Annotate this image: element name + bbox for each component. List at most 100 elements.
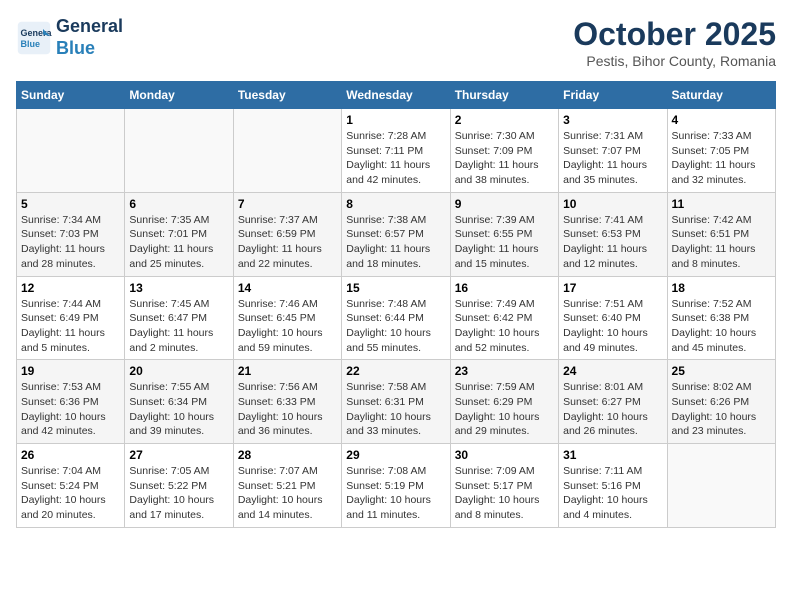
- calendar-day-cell: 11 Sunrise: 7:42 AM Sunset: 6:51 PM Dayli…: [667, 192, 775, 276]
- day-number: 9: [455, 197, 554, 211]
- calendar-day-cell: 10 Sunrise: 7:41 AM Sunset: 6:53 PM Dayli…: [559, 192, 667, 276]
- calendar-day-cell: 26 Sunrise: 7:04 AM Sunset: 5:24 PM Dayli…: [17, 444, 125, 528]
- calendar-day-cell: 7 Sunrise: 7:37 AM Sunset: 6:59 PM Daylig…: [233, 192, 341, 276]
- weekday-header-row: SundayMondayTuesdayWednesdayThursdayFrid…: [17, 82, 776, 109]
- calendar-day-cell: 24 Sunrise: 8:01 AM Sunset: 6:27 PM Dayli…: [559, 360, 667, 444]
- calendar-day-cell: [667, 444, 775, 528]
- day-info: Sunrise: 7:09 AM Sunset: 5:17 PM Dayligh…: [455, 464, 554, 523]
- day-info: Sunrise: 7:44 AM Sunset: 6:49 PM Dayligh…: [21, 297, 120, 356]
- logo: General Blue General Blue: [16, 16, 123, 59]
- day-info: Sunrise: 7:52 AM Sunset: 6:38 PM Dayligh…: [672, 297, 771, 356]
- calendar-day-cell: 31 Sunrise: 7:11 AM Sunset: 5:16 PM Dayli…: [559, 444, 667, 528]
- day-number: 29: [346, 448, 445, 462]
- day-number: 17: [563, 281, 662, 295]
- day-number: 10: [563, 197, 662, 211]
- day-info: Sunrise: 7:38 AM Sunset: 6:57 PM Dayligh…: [346, 213, 445, 272]
- day-info: Sunrise: 7:04 AM Sunset: 5:24 PM Dayligh…: [21, 464, 120, 523]
- day-number: 14: [238, 281, 337, 295]
- day-info: Sunrise: 7:41 AM Sunset: 6:53 PM Dayligh…: [563, 213, 662, 272]
- day-number: 19: [21, 364, 120, 378]
- calendar-day-cell: 9 Sunrise: 7:39 AM Sunset: 6:55 PM Daylig…: [450, 192, 558, 276]
- weekday-header-cell: Tuesday: [233, 82, 341, 109]
- calendar-day-cell: 3 Sunrise: 7:31 AM Sunset: 7:07 PM Daylig…: [559, 109, 667, 193]
- calendar-day-cell: 13 Sunrise: 7:45 AM Sunset: 6:47 PM Dayli…: [125, 276, 233, 360]
- day-number: 7: [238, 197, 337, 211]
- calendar-day-cell: 14Sunrise: 7:46 AM Sunset: 6:45 PM Dayli…: [233, 276, 341, 360]
- day-number: 3: [563, 113, 662, 127]
- day-number: 25: [672, 364, 771, 378]
- day-number: 27: [129, 448, 228, 462]
- calendar-body: 1Sunrise: 7:28 AM Sunset: 7:11 PM Daylig…: [17, 109, 776, 528]
- logo-text: General Blue: [56, 16, 123, 59]
- calendar-week-row: 19 Sunrise: 7:53 AM Sunset: 6:36 PM Dayli…: [17, 360, 776, 444]
- calendar-day-cell: 27 Sunrise: 7:05 AM Sunset: 5:22 PM Dayli…: [125, 444, 233, 528]
- day-info: Sunrise: 7:42 AM Sunset: 6:51 PM Dayligh…: [672, 213, 771, 272]
- calendar-day-cell: [125, 109, 233, 193]
- day-info: Sunrise: 7:53 AM Sunset: 6:36 PM Dayligh…: [21, 380, 120, 439]
- calendar-day-cell: 1Sunrise: 7:28 AM Sunset: 7:11 PM Daylig…: [342, 109, 450, 193]
- day-number: 31: [563, 448, 662, 462]
- svg-text:General: General: [21, 28, 53, 38]
- svg-text:Blue: Blue: [21, 39, 41, 49]
- calendar-table: SundayMondayTuesdayWednesdayThursdayFrid…: [16, 81, 776, 528]
- calendar-week-row: 26 Sunrise: 7:04 AM Sunset: 5:24 PM Dayli…: [17, 444, 776, 528]
- day-number: 5: [21, 197, 120, 211]
- day-info: Sunrise: 7:37 AM Sunset: 6:59 PM Dayligh…: [238, 213, 337, 272]
- day-info: Sunrise: 7:49 AM Sunset: 6:42 PM Dayligh…: [455, 297, 554, 356]
- day-info: Sunrise: 7:08 AM Sunset: 5:19 PM Dayligh…: [346, 464, 445, 523]
- day-info: Sunrise: 7:39 AM Sunset: 6:55 PM Dayligh…: [455, 213, 554, 272]
- day-info: Sunrise: 7:59 AM Sunset: 6:29 PM Dayligh…: [455, 380, 554, 439]
- calendar-day-cell: 29 Sunrise: 7:08 AM Sunset: 5:19 PM Dayli…: [342, 444, 450, 528]
- location-subtitle: Pestis, Bihor County, Romania: [573, 53, 776, 69]
- day-info: Sunrise: 7:30 AM Sunset: 7:09 PM Dayligh…: [455, 129, 554, 188]
- calendar-day-cell: 16 Sunrise: 7:49 AM Sunset: 6:42 PM Dayli…: [450, 276, 558, 360]
- day-info: Sunrise: 7:11 AM Sunset: 5:16 PM Dayligh…: [563, 464, 662, 523]
- calendar-day-cell: [233, 109, 341, 193]
- day-number: 16: [455, 281, 554, 295]
- calendar-day-cell: 22Sunrise: 7:58 AM Sunset: 6:31 PM Dayli…: [342, 360, 450, 444]
- month-title: October 2025: [573, 16, 776, 53]
- calendar-day-cell: 5Sunrise: 7:34 AM Sunset: 7:03 PM Daylig…: [17, 192, 125, 276]
- calendar-day-cell: 23 Sunrise: 7:59 AM Sunset: 6:29 PM Dayli…: [450, 360, 558, 444]
- day-number: 21: [238, 364, 337, 378]
- calendar-week-row: 5Sunrise: 7:34 AM Sunset: 7:03 PM Daylig…: [17, 192, 776, 276]
- weekday-header-cell: Monday: [125, 82, 233, 109]
- calendar-day-cell: 17 Sunrise: 7:51 AM Sunset: 6:40 PM Dayli…: [559, 276, 667, 360]
- weekday-header-cell: Thursday: [450, 82, 558, 109]
- calendar-day-cell: 20 Sunrise: 7:55 AM Sunset: 6:34 PM Dayli…: [125, 360, 233, 444]
- day-number: 20: [129, 364, 228, 378]
- day-number: 13: [129, 281, 228, 295]
- day-info: Sunrise: 7:31 AM Sunset: 7:07 PM Dayligh…: [563, 129, 662, 188]
- calendar-day-cell: 18Sunrise: 7:52 AM Sunset: 6:38 PM Dayli…: [667, 276, 775, 360]
- day-number: 24: [563, 364, 662, 378]
- day-number: 26: [21, 448, 120, 462]
- day-number: 4: [672, 113, 771, 127]
- day-number: 22: [346, 364, 445, 378]
- day-info: Sunrise: 7:28 AM Sunset: 7:11 PM Dayligh…: [346, 129, 445, 188]
- calendar-day-cell: 28Sunrise: 7:07 AM Sunset: 5:21 PM Dayli…: [233, 444, 341, 528]
- calendar-day-cell: [17, 109, 125, 193]
- calendar-day-cell: 25 Sunrise: 8:02 AM Sunset: 6:26 PM Dayli…: [667, 360, 775, 444]
- calendar-day-cell: 12Sunrise: 7:44 AM Sunset: 6:49 PM Dayli…: [17, 276, 125, 360]
- day-info: Sunrise: 8:02 AM Sunset: 6:26 PM Dayligh…: [672, 380, 771, 439]
- day-info: Sunrise: 7:55 AM Sunset: 6:34 PM Dayligh…: [129, 380, 228, 439]
- day-number: 28: [238, 448, 337, 462]
- day-number: 23: [455, 364, 554, 378]
- day-info: Sunrise: 7:45 AM Sunset: 6:47 PM Dayligh…: [129, 297, 228, 356]
- day-info: Sunrise: 8:01 AM Sunset: 6:27 PM Dayligh…: [563, 380, 662, 439]
- day-number: 15: [346, 281, 445, 295]
- title-block: October 2025 Pestis, Bihor County, Roman…: [573, 16, 776, 69]
- day-info: Sunrise: 7:51 AM Sunset: 6:40 PM Dayligh…: [563, 297, 662, 356]
- weekday-header-cell: Sunday: [17, 82, 125, 109]
- calendar-week-row: 1Sunrise: 7:28 AM Sunset: 7:11 PM Daylig…: [17, 109, 776, 193]
- day-info: Sunrise: 7:05 AM Sunset: 5:22 PM Dayligh…: [129, 464, 228, 523]
- day-number: 8: [346, 197, 445, 211]
- day-info: Sunrise: 7:56 AM Sunset: 6:33 PM Dayligh…: [238, 380, 337, 439]
- weekday-header-cell: Friday: [559, 82, 667, 109]
- calendar-day-cell: 6Sunrise: 7:35 AM Sunset: 7:01 PM Daylig…: [125, 192, 233, 276]
- day-number: 11: [672, 197, 771, 211]
- calendar-day-cell: 30Sunrise: 7:09 AM Sunset: 5:17 PM Dayli…: [450, 444, 558, 528]
- calendar-day-cell: 21 Sunrise: 7:56 AM Sunset: 6:33 PM Dayli…: [233, 360, 341, 444]
- calendar-week-row: 12Sunrise: 7:44 AM Sunset: 6:49 PM Dayli…: [17, 276, 776, 360]
- day-number: 6: [129, 197, 228, 211]
